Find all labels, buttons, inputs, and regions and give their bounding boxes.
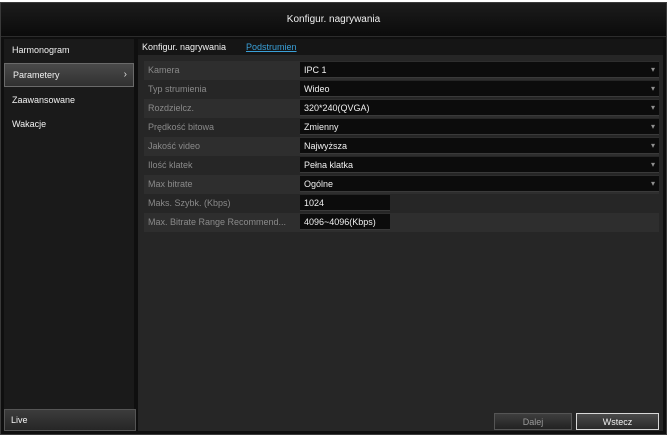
max-speed-row: Maks. Szybk. (Kbps) 1024 [144, 194, 659, 213]
frame-rate-label: Ilość klatek [148, 160, 193, 170]
chevron-right-icon: › [123, 69, 127, 80]
dropdown-arrow-icon: ▾ [650, 179, 655, 188]
camera-row: Kamera IPC 1 ▾ [144, 61, 659, 80]
next-button[interactable]: Dalej [494, 413, 572, 430]
resolution-label: Rozdzielcz. [148, 103, 195, 113]
dropdown-arrow-icon: ▾ [650, 141, 655, 150]
tab-substream[interactable]: Podstrumien [246, 39, 297, 55]
dropdown-arrow-icon: ▾ [650, 122, 655, 131]
sidebar-item-label: Harmonogram [12, 45, 70, 55]
tab-bar: Konfigur. nagrywania Podstrumien [138, 39, 663, 55]
bitrate-type-select[interactable]: Zmienny ▾ [300, 119, 659, 135]
bitrate-type-row: Prędkość bitowa Zmienny ▾ [144, 118, 659, 137]
stream-type-row: Typ strumienia Wideo ▾ [144, 80, 659, 99]
dropdown-arrow-icon: ▾ [650, 160, 655, 169]
bitrate-range-value: 4096~4096(Kbps) [304, 217, 376, 227]
recording-config-window: Konfigur. nagrywania Harmonogram Paramet… [0, 2, 667, 435]
tab-recording-config[interactable]: Konfigur. nagrywania [142, 39, 226, 55]
resolution-value: 320*240(QVGA) [304, 103, 370, 113]
dropdown-arrow-icon: ▾ [650, 65, 655, 74]
frame-rate-row: Ilość klatek Pełna klatka ▾ [144, 156, 659, 175]
bitrate-range-label: Max. Bitrate Range Recommend... [148, 217, 287, 227]
frame-rate-select[interactable]: Pełna klatka ▾ [300, 157, 659, 173]
video-quality-label: Jakość video [148, 141, 201, 151]
sidebar-item-harmonogram[interactable]: Harmonogram [4, 39, 134, 61]
max-speed-input[interactable]: 1024 [300, 195, 390, 211]
video-quality-select[interactable]: Najwyższa ▾ [300, 138, 659, 154]
resolution-select[interactable]: 320*240(QVGA) ▾ [300, 100, 659, 116]
sidebar-item-label: Zaawansowane [12, 95, 76, 105]
sidebar-item-label: Wakacje [12, 119, 47, 129]
main-panel: Konfigur. nagrywania Podstrumien Kamera … [138, 39, 663, 431]
dropdown-arrow-icon: ▾ [650, 84, 655, 93]
dropdown-arrow-icon: ▾ [650, 103, 655, 112]
video-quality-row: Jakość video Najwyższa ▾ [144, 137, 659, 156]
bitrate-range-value-box: 4096~4096(Kbps) [300, 214, 390, 230]
max-bitrate-select[interactable]: Ogólne ▾ [300, 176, 659, 192]
camera-select[interactable]: IPC 1 ▾ [300, 62, 659, 78]
video-quality-value: Najwyższa [304, 141, 348, 151]
bitrate-type-label: Prędkość bitowa [148, 122, 215, 132]
back-button[interactable]: Wstecz [576, 413, 659, 430]
sidebar: Harmonogram Parametery › Zaawansowane Wa… [4, 39, 136, 431]
bitrate-range-row: Max. Bitrate Range Recommend... 4096~409… [144, 213, 659, 232]
settings-form: Kamera IPC 1 ▾ Typ strumienia Wideo ▾ Ro… [144, 61, 659, 232]
bitrate-type-value: Zmienny [304, 122, 339, 132]
camera-label: Kamera [148, 65, 180, 75]
stream-type-select[interactable]: Wideo ▾ [300, 81, 659, 97]
sidebar-item-parametery[interactable]: Parametery › [4, 63, 134, 87]
max-bitrate-label: Max bitrate [148, 179, 193, 189]
live-button[interactable]: Live [4, 409, 136, 431]
stream-type-label: Typ strumienia [148, 84, 207, 94]
sidebar-item-label: Parametery [13, 70, 60, 80]
max-speed-label: Maks. Szybk. (Kbps) [148, 198, 231, 208]
max-bitrate-row: Max bitrate Ogólne ▾ [144, 175, 659, 194]
sidebar-item-wakacje[interactable]: Wakacje [4, 113, 134, 135]
resolution-row: Rozdzielcz. 320*240(QVGA) ▾ [144, 99, 659, 118]
window-title: Konfigur. nagrywania [1, 3, 666, 37]
max-bitrate-value: Ogólne [304, 179, 334, 189]
sidebar-item-zaawansowane[interactable]: Zaawansowane [4, 89, 134, 111]
stream-type-value: Wideo [304, 84, 330, 94]
frame-rate-value: Pełna klatka [304, 160, 354, 170]
camera-value: IPC 1 [304, 65, 327, 75]
max-speed-value: 1024 [304, 198, 325, 208]
